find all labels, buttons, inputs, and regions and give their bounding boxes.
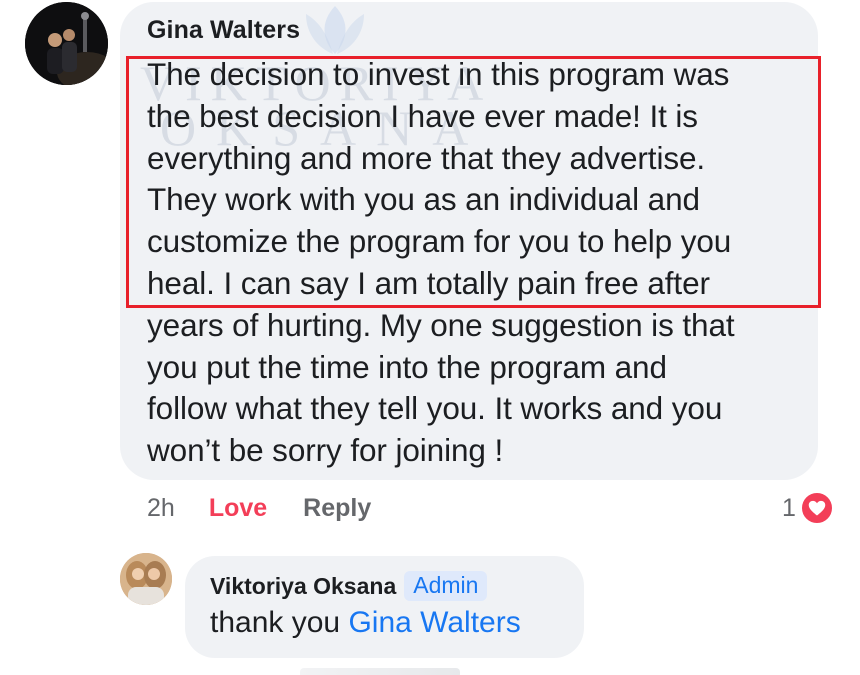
profile-photo	[25, 2, 108, 85]
reply-author[interactable]: Viktoriya Oksana	[210, 573, 396, 600]
reply-header: Viktoriya Oksana Admin	[210, 571, 488, 601]
reaction-count: 1	[782, 493, 796, 522]
avatar[interactable]	[25, 2, 108, 85]
reply-body: thank you	[210, 606, 349, 639]
profile-photo	[120, 553, 172, 605]
comment-line: won’t be sorry for joining !	[147, 432, 504, 469]
highlight-box	[126, 56, 821, 308]
comment-line: follow what they tell you. It works and …	[147, 390, 723, 427]
comment-actions: 2h Love Reply	[147, 490, 371, 526]
comment-line: you put the time into the program and	[147, 348, 667, 385]
comment-line: years of hurting. My one suggestion is t…	[147, 306, 735, 343]
reply-button[interactable]: Reply	[303, 494, 371, 523]
avatar[interactable]	[120, 553, 172, 605]
love-reaction-button[interactable]: Love	[209, 494, 267, 523]
admin-badge: Admin	[404, 571, 488, 601]
mention-link[interactable]: Gina Walters	[348, 606, 520, 639]
comment-author[interactable]: Gina Walters	[147, 16, 300, 45]
heart-icon	[799, 491, 834, 525]
comment-thread: VIKTORIYA OKSANA Gina Walters The decisi…	[0, 0, 860, 675]
reply-text: thank you Gina Walters	[210, 606, 521, 640]
reaction-summary[interactable]: 1	[782, 490, 834, 526]
comment-timestamp[interactable]: 2h	[147, 494, 175, 523]
next-content-cutoff	[300, 668, 460, 675]
